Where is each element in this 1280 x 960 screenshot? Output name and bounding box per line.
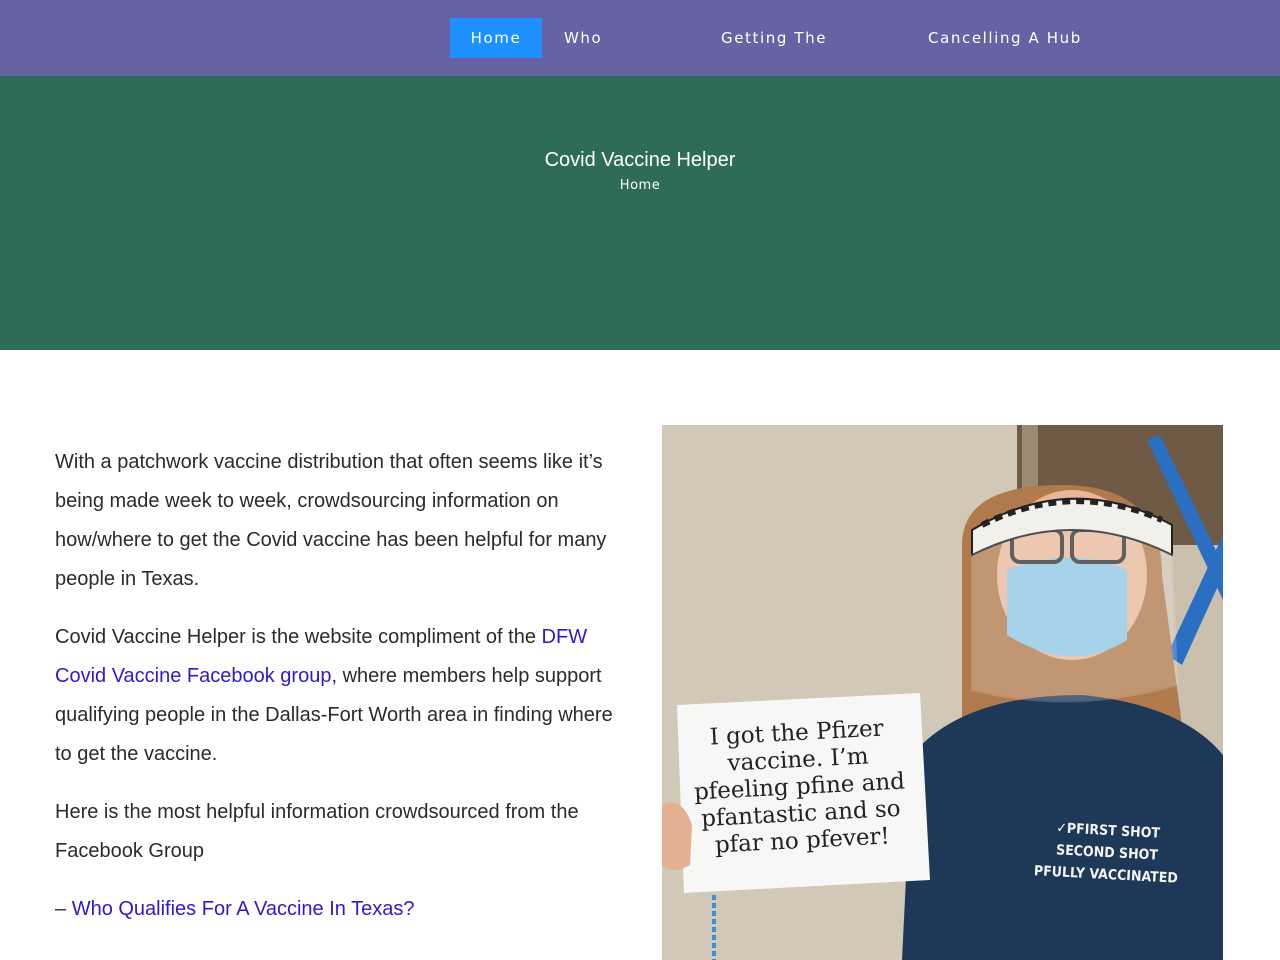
hero-banner: Covid Vaccine Helper Home xyxy=(0,76,1280,350)
breadcrumb-home[interactable]: Home xyxy=(0,178,1280,193)
main-content: With a patchwork vaccine distribution th… xyxy=(55,443,625,948)
about-text-before: Covid Vaccine Helper is the website comp… xyxy=(55,626,542,648)
shirt-text: ✓PFIRST SHOT SECOND SHOT PFULLY VACCINAT… xyxy=(1030,816,1183,890)
who-qualifies-link[interactable]: Who Qualifies For A Vaccine In Texas? xyxy=(72,898,415,920)
helpful-info-paragraph: Here is the most helpful information cro… xyxy=(55,801,579,862)
vaccinated-woman-photo: I got the Pfizer vaccine. I’m pfeeling p… xyxy=(662,425,1223,960)
nav-who[interactable]: Who xyxy=(564,18,602,58)
about-paragraph: Covid Vaccine Helper is the website comp… xyxy=(55,618,625,774)
nav-getting-the[interactable]: Getting The xyxy=(721,18,827,58)
list-dash: – xyxy=(55,898,72,920)
nav-home[interactable]: Home xyxy=(450,18,542,58)
sign-text: I got the Pfizer vaccine. I’m pfeeling p… xyxy=(689,714,911,860)
intro-paragraph: With a patchwork vaccine distribution th… xyxy=(55,451,607,590)
page-title: Covid Vaccine Helper xyxy=(544,149,736,171)
list-item: – Who Qualifies For A Vaccine In Texas? xyxy=(55,890,625,929)
nav-cancelling-a-hub[interactable]: Cancelling A Hub xyxy=(928,18,1082,58)
top-navigation-bar: Home Who Getting The Cancelling A Hub xyxy=(0,0,1280,76)
